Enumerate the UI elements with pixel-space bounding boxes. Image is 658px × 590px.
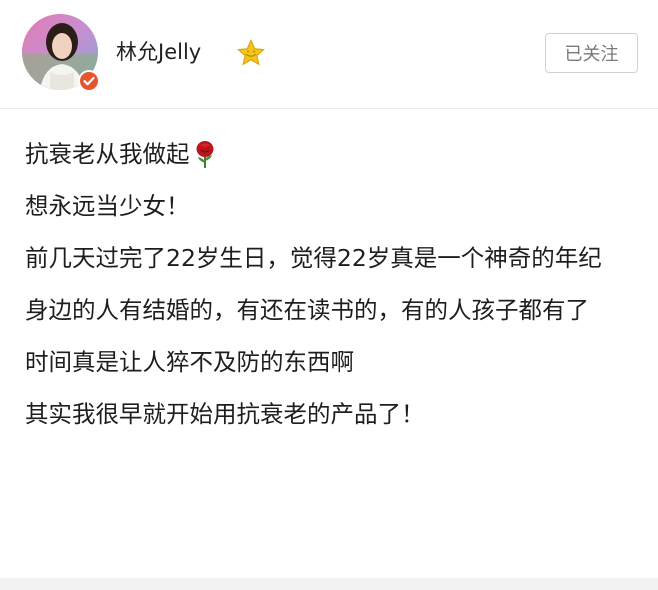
follow-button[interactable]: 已关注: [545, 33, 638, 73]
rose-icon: [196, 141, 213, 168]
post-paragraph: 身边的人有结婚的，有还在读书的，有的人孩子都有了: [25, 296, 589, 324]
post-paragraph-text: 抗衰老从我做起: [25, 140, 190, 168]
bottom-bar: [0, 578, 658, 590]
post-paragraph: 时间真是让人猝不及防的东西啊: [25, 348, 354, 376]
post-paragraph: 前几天过完了22岁生日，觉得22岁真是一个神奇的年纪: [25, 244, 602, 272]
post-paragraph: 抗衰老从我做起: [25, 136, 635, 172]
follow-button-label: 已关注: [564, 44, 619, 65]
username[interactable]: 林允Jelly: [116, 38, 201, 66]
post-body: 抗衰老从我做起 想永远当少女！ 前几天过完了22岁生日，觉得22岁真是一个神奇的…: [25, 136, 635, 448]
post-paragraph: 其实我很早就开始用抗衰老的产品了！: [25, 400, 425, 428]
divider: [0, 108, 658, 109]
post-paragraph: 想永远当少女！: [25, 192, 190, 220]
post-header: 林允Jelly 已关注: [0, 0, 658, 108]
star-icon: [237, 39, 265, 66]
verified-badge-icon: [78, 70, 100, 92]
